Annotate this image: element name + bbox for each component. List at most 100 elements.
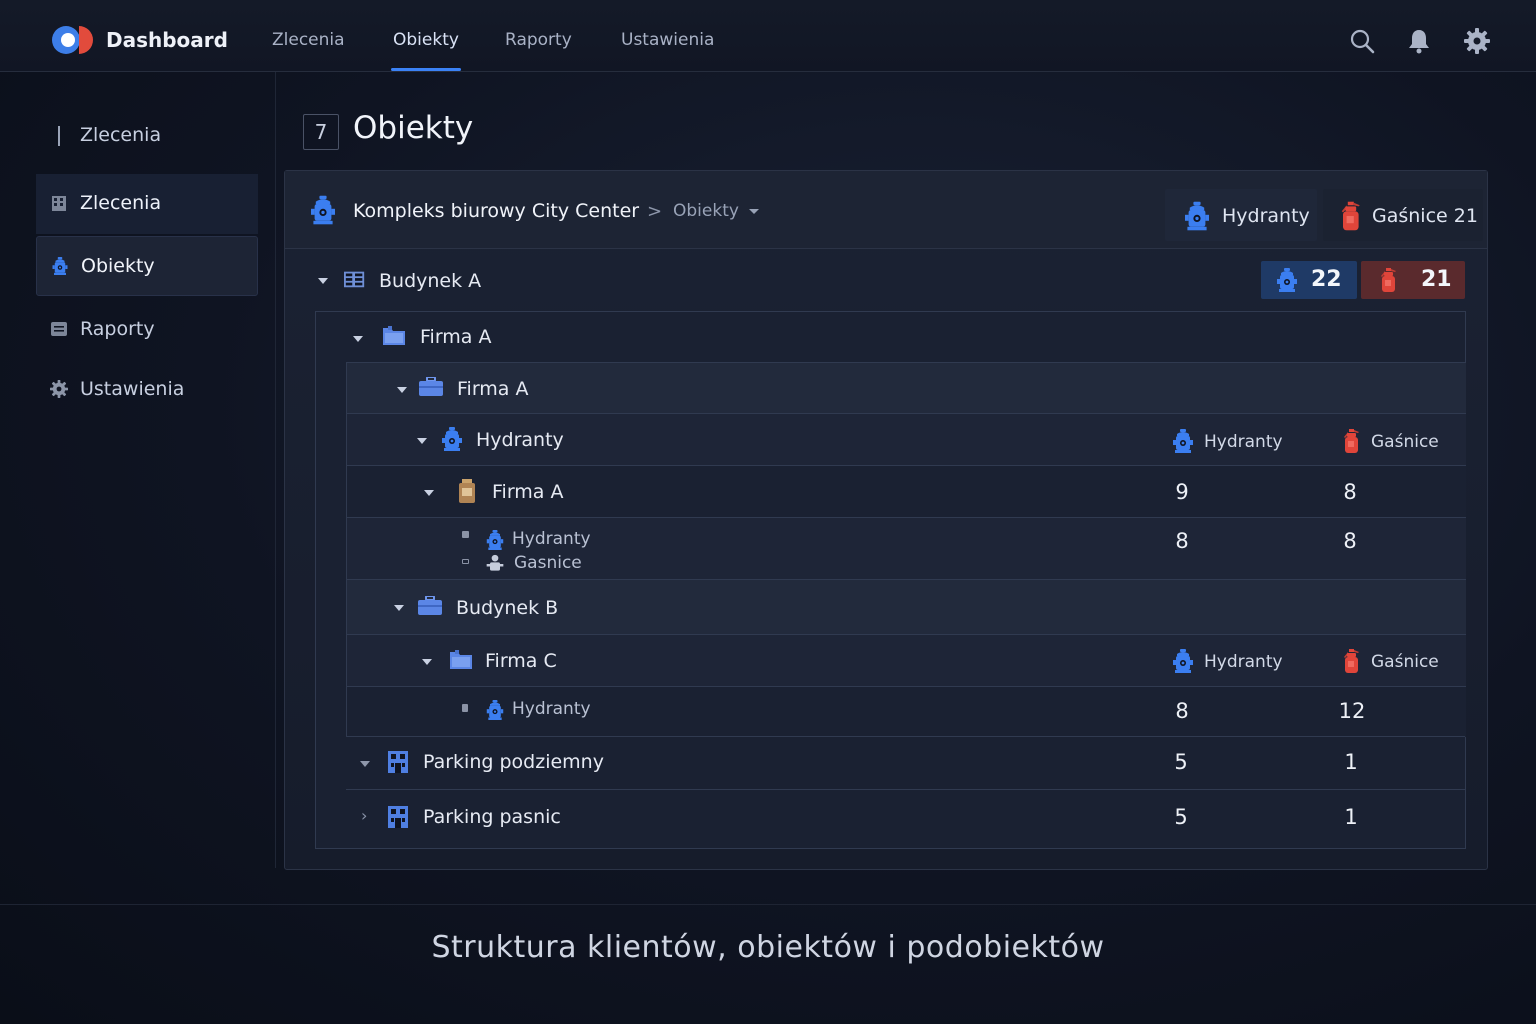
logo-icon[interactable] (52, 26, 94, 54)
chevron-down-icon[interactable] (397, 387, 407, 393)
document-icon (51, 322, 67, 336)
row-label: Hydranty (512, 529, 591, 549)
sidebar-item-zlecenia-header[interactable]: Zlecenia (36, 106, 258, 166)
hydranty-value: 5 (1174, 805, 1188, 829)
briefcase-icon (419, 377, 443, 397)
folder-icon (450, 649, 474, 671)
tree-row-firma-c-hydranty[interactable]: Hydranty 8 12 (347, 687, 1466, 737)
row-label: Hydranty (476, 429, 564, 451)
column-header-gasnice: Gaśnice (1371, 432, 1439, 452)
bullet-icon (462, 559, 469, 564)
search-icon[interactable] (1349, 28, 1375, 54)
gasnice-value: 8 (1343, 529, 1357, 553)
row-label: Firma C (485, 650, 557, 672)
chevron-down-icon[interactable] (353, 336, 363, 342)
row-label: Parking podziemny (423, 751, 604, 773)
tab-ustawienia[interactable]: Ustawienia (621, 30, 714, 50)
row-label: Budynek A (379, 270, 482, 292)
hydranty-value: 8 (1175, 699, 1189, 723)
objects-card: Kompleks biurowy City Center > Obiekty H… (284, 170, 1488, 870)
chevron-down-icon[interactable] (417, 438, 427, 444)
extinguisher-icon (1340, 649, 1360, 673)
parking-icon (388, 750, 408, 774)
breadcrumb-sub[interactable]: Obiekty (673, 201, 739, 221)
tree-level-2: Firma A Hydranty Hydranty Gaśnice Firma … (346, 362, 1466, 737)
tree-row-firma-a[interactable]: Firma A (316, 312, 1465, 362)
page-caption: Struktura klientów, obiektów i podobiekt… (431, 930, 1105, 965)
tab-raporty[interactable]: Raporty (505, 30, 572, 50)
tree-row-parking-pasnic[interactable]: › Parking pasnic 5 1 (346, 790, 1465, 848)
tree-row-firma-c[interactable]: Firma C Hydranty Gaśnice (347, 635, 1466, 687)
extinguisher-icon (1377, 267, 1397, 293)
extinguisher-icon (1337, 201, 1361, 231)
tree-row-sub-items[interactable]: Hydranty Gasnice 8 8 (347, 518, 1466, 580)
column-header-hydranty: Hydranty (1204, 652, 1283, 672)
active-tab-indicator (391, 68, 461, 71)
top-navigation-bar: Dashboard Zlecenia Obiekty Raporty Ustaw… (0, 0, 1536, 72)
gasnice-count-badge: 21 (1361, 261, 1465, 299)
sidebar-item-ustawienia[interactable]: Ustawienia (36, 360, 258, 420)
extinguisher-icon (1340, 429, 1360, 453)
row-label: Firma A (457, 378, 529, 400)
chevron-down-icon[interactable] (318, 278, 328, 284)
hydrant-icon (486, 530, 504, 550)
tree-container: Firma A Firma A Hydranty Hydranty Gaśnic… (315, 311, 1466, 849)
bullet-icon (462, 704, 468, 712)
breadcrumb-main[interactable]: Kompleks biurowy City Center (353, 200, 639, 222)
tree-row-hydranty-group[interactable]: Hydranty Hydranty Gaśnice (347, 414, 1466, 466)
sidebar-item-raporty[interactable]: Raporty (36, 300, 258, 360)
tab-obiekty[interactable]: Obiekty (393, 30, 459, 50)
person-hydrant-icon (486, 554, 504, 571)
hydrant-icon (1185, 201, 1209, 231)
hydranty-value: 5 (1174, 750, 1188, 774)
jar-icon (457, 479, 477, 503)
hydrant-icon (1173, 649, 1193, 673)
column-header-gasnice: Gaśnice (1371, 652, 1439, 672)
chevron-down-icon[interactable] (749, 209, 759, 214)
hydranty-count: 22 (1311, 267, 1342, 292)
gasnice-value: 1 (1344, 805, 1358, 829)
gasnice-summary-pill[interactable]: Gaśnice 21 (1323, 189, 1483, 241)
tree-row-budynek-a[interactable]: Budynek A 22 21 (285, 249, 1487, 311)
row-label: Firma A (492, 481, 564, 503)
gasnice-value: 1 (1344, 750, 1358, 774)
sidebar-item-obiekty[interactable]: Obiekty (36, 236, 258, 296)
hydrant-icon (486, 700, 504, 720)
row-label: Gasnice (514, 553, 582, 573)
chevron-down-icon[interactable] (422, 659, 432, 665)
gasnice-summary-label: Gaśnice 21 (1372, 205, 1478, 227)
breadcrumb-separator: > (647, 201, 663, 222)
chevron-right-icon[interactable]: › (361, 806, 367, 825)
tree-row-firma-a-sub[interactable]: Firma A (347, 363, 1466, 414)
hydranty-summary-pill[interactable]: Hydranty (1165, 189, 1317, 241)
chevron-down-icon[interactable] (360, 761, 370, 767)
hydrant-icon (1277, 267, 1297, 293)
hydrant-icon (51, 257, 69, 275)
card-header: Kompleks biurowy City Center > Obiekty H… (285, 171, 1487, 249)
folder-icon (383, 325, 407, 347)
tree-row-parking-podziemny[interactable]: Parking podziemny 5 1 (346, 736, 1465, 790)
building-icon (344, 269, 366, 289)
brand-title[interactable]: Dashboard (106, 28, 228, 52)
row-label: Firma A (420, 326, 492, 348)
bar-icon (58, 126, 60, 146)
row-label: Hydranty (512, 699, 591, 719)
hydranty-summary-label: Hydranty (1222, 205, 1310, 227)
tab-zlecenia[interactable]: Zlecenia (272, 30, 345, 50)
sidebar-item-label: Zlecenia (80, 192, 162, 214)
sidebar-item-label: Zlecenia (80, 124, 162, 146)
parking-icon (388, 805, 408, 829)
tree-row-firma-a-leaf[interactable]: Firma A 9 8 (347, 466, 1466, 518)
bell-icon[interactable] (1406, 28, 1432, 54)
column-header-hydranty: Hydranty (1204, 432, 1283, 452)
page-title: Obiekty (353, 110, 474, 146)
chevron-down-icon[interactable] (394, 605, 404, 611)
chevron-down-icon[interactable] (424, 490, 434, 496)
tree-row-budynek-b[interactable]: Budynek B (347, 580, 1466, 635)
bullet-icon (462, 531, 469, 538)
gear-icon[interactable] (1464, 28, 1490, 54)
footer-divider (0, 904, 1536, 905)
sidebar-item-zlecenia[interactable]: Zlecenia (36, 174, 258, 234)
hydrant-icon (442, 427, 462, 451)
gear-icon (50, 380, 68, 398)
